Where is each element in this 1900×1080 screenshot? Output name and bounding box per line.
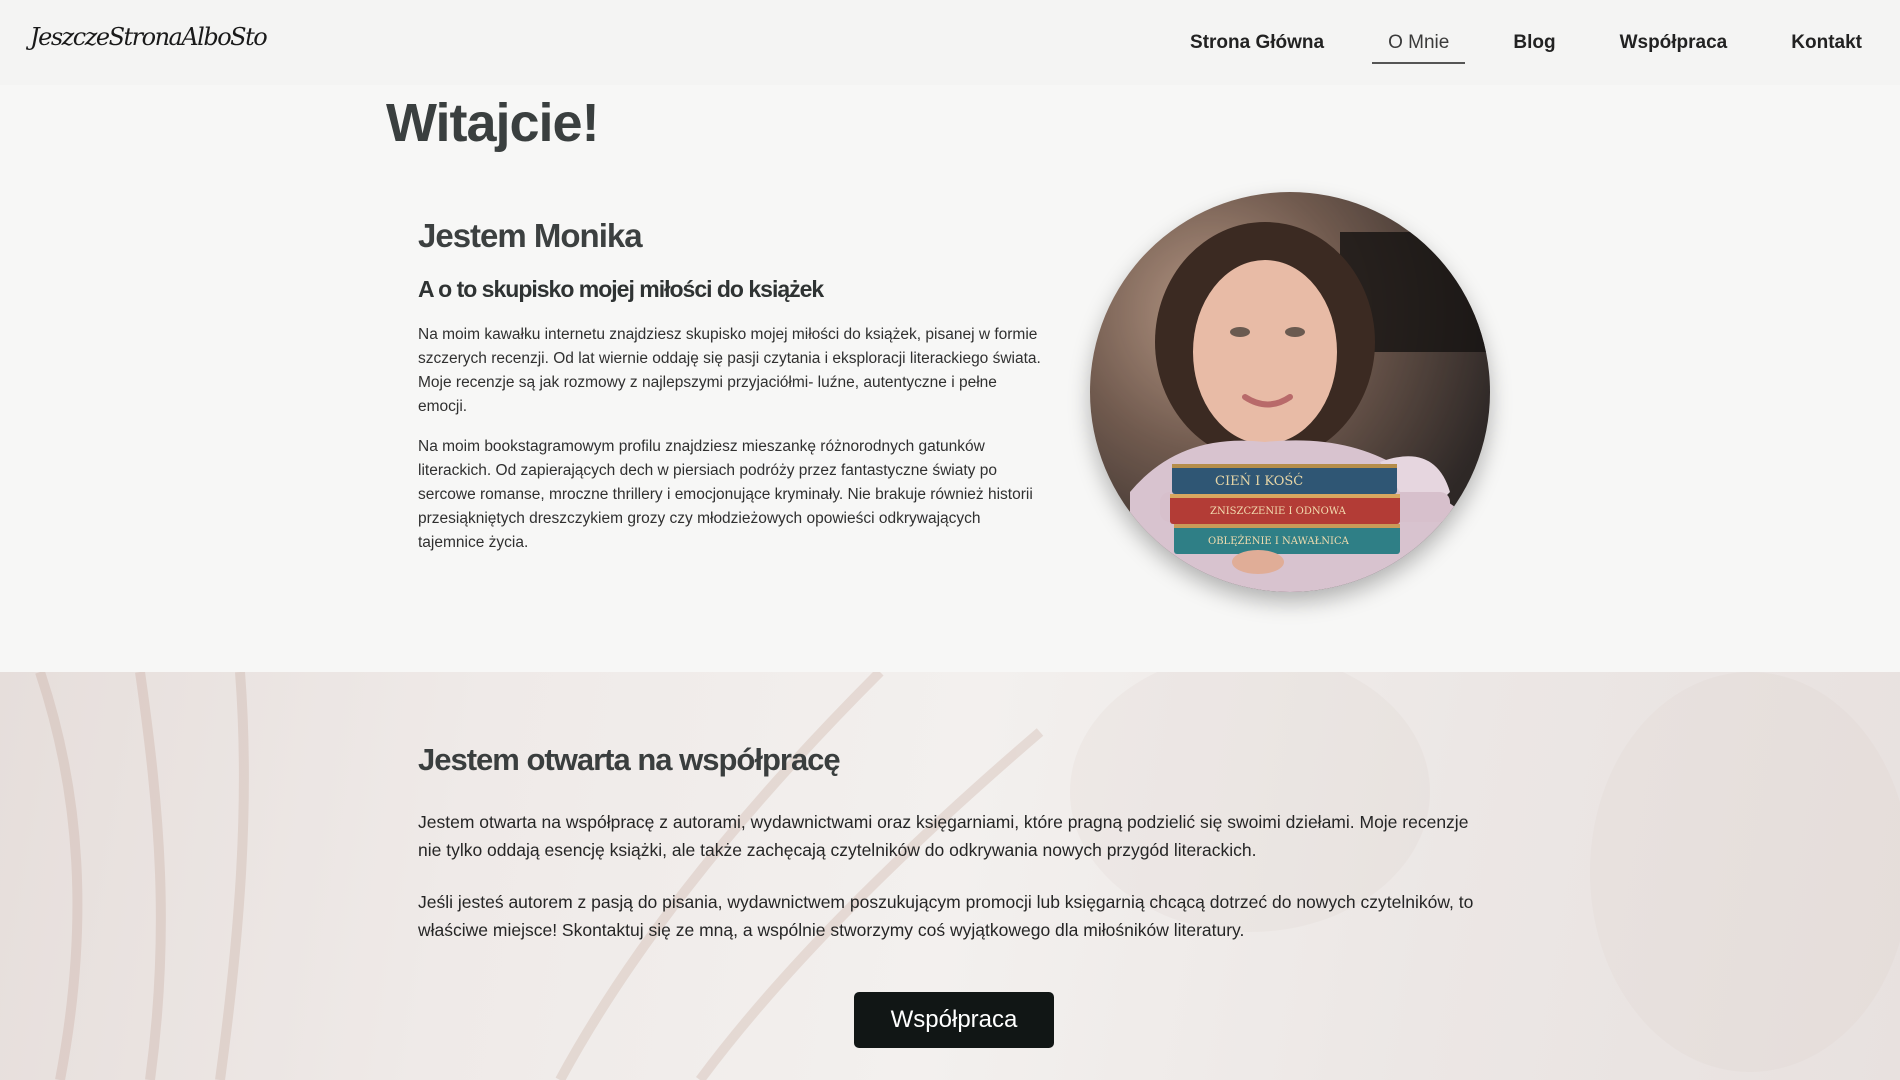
about-title: Jestem Monika — [418, 217, 643, 254]
welcome-heading: Witajcie! — [386, 93, 600, 153]
profile-photo-illustration: CIEŃ I KOŚĆ ZNISZCZENIE I ODNOWA OBLĘŻEN… — [1090, 192, 1490, 592]
nav-about[interactable]: O Mnie — [1372, 32, 1466, 64]
nav-blog[interactable]: Blog — [1513, 32, 1555, 54]
book-title: OBLĘŻENIE I NAWAŁNICA — [1208, 535, 1350, 547]
nav-contact[interactable]: Kontakt — [1791, 32, 1862, 54]
nav-collaboration[interactable]: Współpraca — [1620, 32, 1728, 54]
collaboration-title: Jestem otwarta na współpracę — [418, 742, 841, 777]
collaboration-button[interactable]: Współpraca — [854, 992, 1054, 1048]
profile-photo: CIEŃ I KOŚĆ ZNISZCZENIE I ODNOWA OBLĘŻEN… — [1090, 192, 1490, 592]
book-title: ZNISZCZENIE I ODNOWA — [1210, 506, 1347, 517]
about-paragraph: Na moim bookstagramowym profilu znajdzie… — [418, 438, 1033, 551]
collaboration-paragraph: Jeśli jesteś autorem z pasją do pisania,… — [418, 892, 1474, 940]
book-title: CIEŃ I KOŚĆ — [1215, 472, 1303, 489]
site-header: JeszczeStronaAlboSto Strona Główna O Mni… — [0, 0, 1900, 85]
book-stack: CIEŃ I KOŚĆ ZNISZCZENIE I ODNOWA OBLĘŻEN… — [1170, 464, 1400, 554]
site-logo[interactable]: JeszczeStronaAlboSto — [30, 23, 268, 51]
nav-home[interactable]: Strona Główna — [1190, 32, 1324, 54]
main-nav: Strona Główna O Mnie Blog Współpraca Kon… — [1126, 0, 1862, 85]
collaboration-section: Jestem otwarta na współpracę Jestem otwa… — [0, 672, 1900, 1080]
collaboration-paragraph: Jestem otwarta na współpracę z autorami,… — [418, 812, 1469, 860]
about-paragraph: Na moim kawałku internetu znajdziesz sku… — [418, 326, 1041, 415]
about-subtitle: A o to skupisko mojej miłości do książek — [418, 276, 824, 302]
